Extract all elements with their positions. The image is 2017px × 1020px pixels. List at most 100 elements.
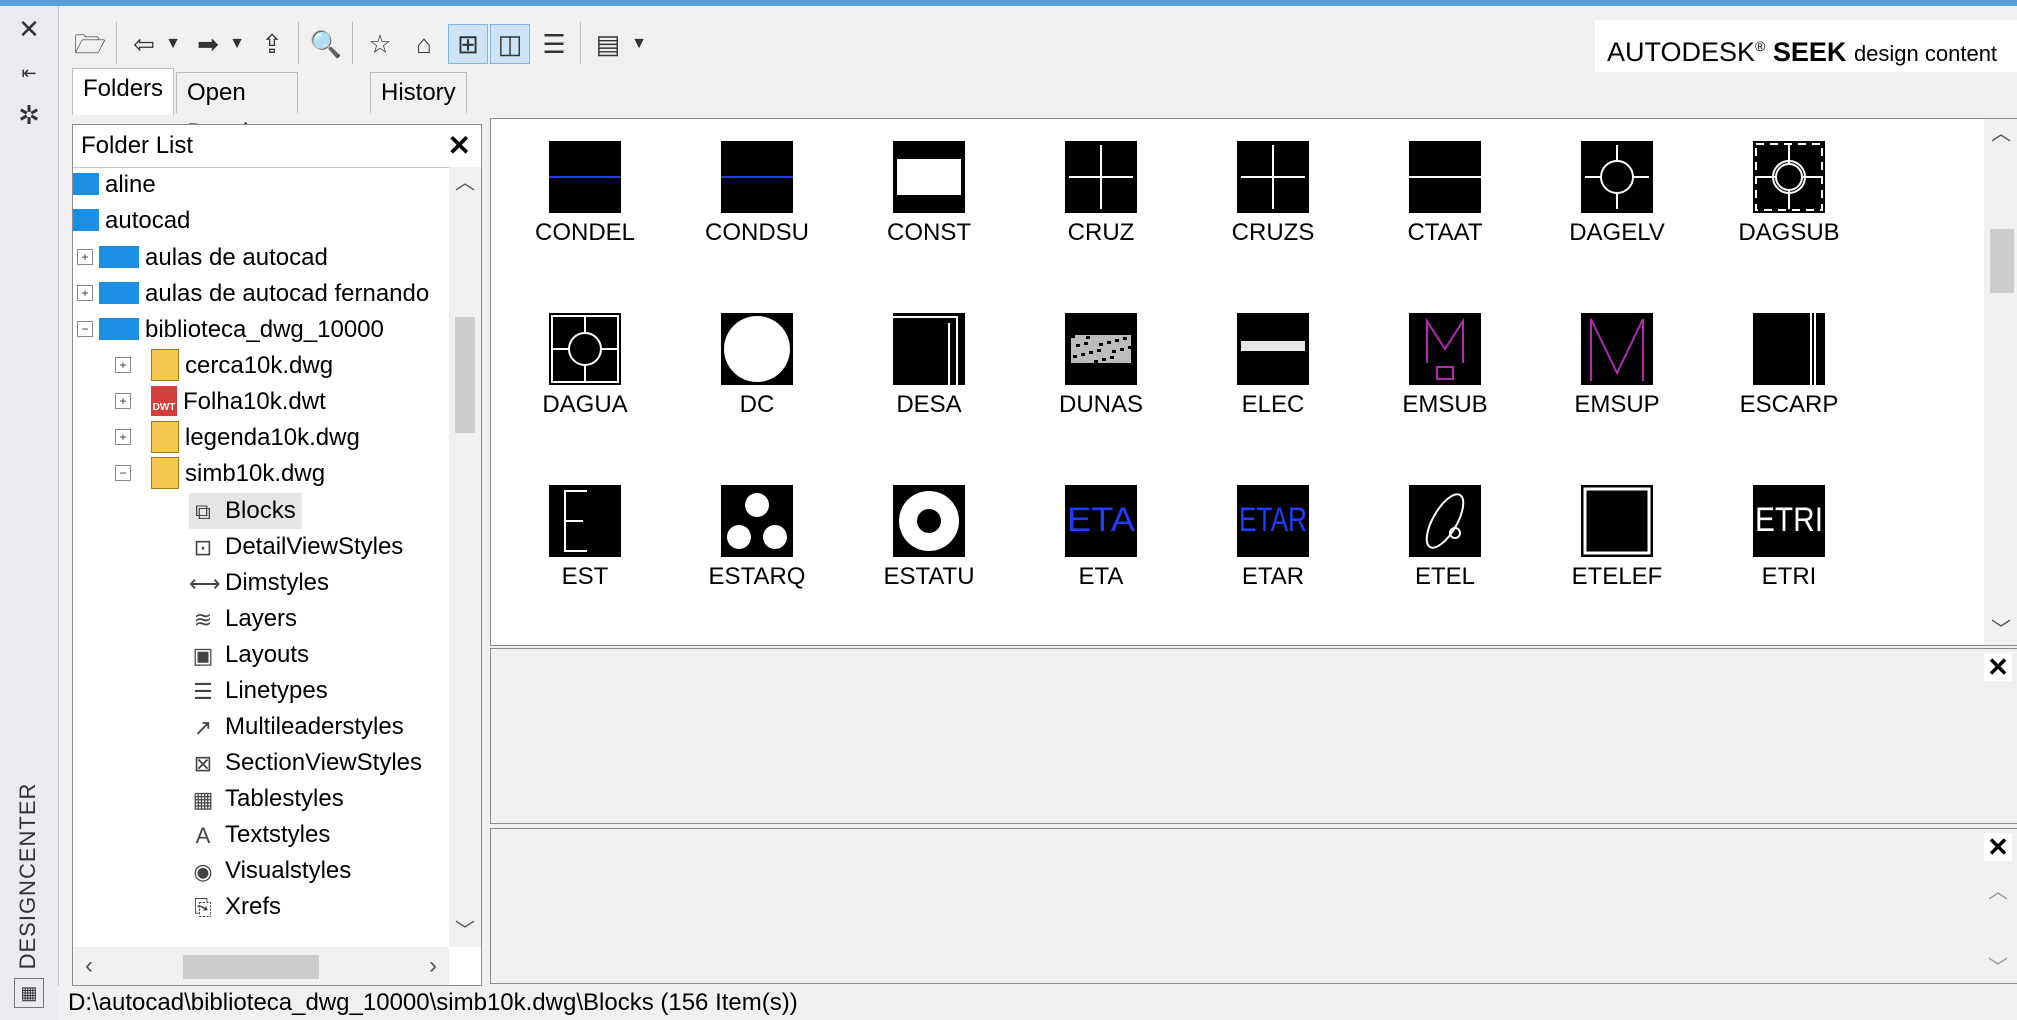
block-item[interactable]: ESTARQ	[671, 473, 843, 593]
folder-tree[interactable]: aline autocad + aulas de autocad + aulas…	[73, 167, 449, 947]
expand-icon[interactable]: +	[115, 393, 131, 409]
text-styles-icon: A	[195, 822, 211, 848]
block-item[interactable]: CONST	[843, 129, 1015, 249]
tree-node-biblioteca[interactable]: biblioteca_dwg_10000	[99, 312, 384, 348]
scroll-thumb[interactable]	[1990, 229, 2014, 293]
close-folder-list-icon[interactable]: ✕	[448, 129, 471, 162]
favorites-icon[interactable]: ☆	[360, 24, 400, 64]
collapse-icon[interactable]: −	[115, 465, 131, 481]
tree-node-autocad[interactable]: autocad	[73, 203, 190, 239]
block-label: CONDSU	[704, 219, 809, 246]
tree-node-legenda10k[interactable]: legenda10k.dwg	[151, 420, 360, 456]
scroll-down-icon[interactable]: ﹀	[1984, 615, 2017, 645]
tab-open-drawings[interactable]: Open Drawings	[176, 72, 299, 146]
tree-node-linetypes[interactable]: ☰ Linetypes	[189, 673, 328, 709]
views-icon[interactable]: ▤	[588, 24, 628, 64]
scroll-down-icon[interactable]: ﹀	[449, 915, 481, 947]
views-dropdown-icon[interactable]: ▼	[626, 24, 652, 64]
block-item[interactable]: ESTATU	[843, 473, 1015, 593]
forward-dropdown-icon[interactable]: ▼	[224, 24, 250, 64]
block-item[interactable]: CRUZ	[1015, 129, 1187, 249]
tab-history[interactable]: History	[370, 72, 467, 113]
collapse-icon[interactable]: −	[77, 321, 93, 337]
tree-node-layouts[interactable]: ▣ Layouts	[189, 637, 309, 673]
block-item[interactable]: DAGELV	[1531, 129, 1703, 249]
back-dropdown-icon[interactable]: ▼	[160, 24, 186, 64]
block-item[interactable]: CONDEL	[499, 129, 671, 249]
properties-icon[interactable]: ✲	[10, 98, 48, 132]
block-item[interactable]: DUNAS	[1015, 301, 1187, 421]
block-item[interactable]: DESA	[843, 301, 1015, 421]
close-preview-icon[interactable]: ✕	[1984, 653, 2012, 681]
block-label: ETRI	[1761, 563, 1817, 590]
block-item[interactable]: ESCARP	[1703, 301, 1875, 421]
description-icon[interactable]: ☰	[534, 24, 574, 64]
tree-node-detailviewstyles[interactable]: ⊡ DetailViewStyles	[189, 529, 404, 565]
scroll-up-icon[interactable]: ︿	[1984, 119, 2017, 149]
block-item[interactable]: DAGSUB	[1703, 129, 1875, 249]
folder-tree-horizontal-scrollbar[interactable]: ‹ ›	[73, 947, 449, 985]
tree-view-toggle-icon[interactable]: ⊞	[448, 24, 488, 64]
tree-node-visualstyles[interactable]: ◉ Visualstyles	[189, 853, 351, 889]
block-label: ETAR	[1241, 563, 1305, 590]
dimstyles-icon: ⟷	[189, 570, 221, 596]
expand-icon[interactable]: +	[115, 357, 131, 373]
home-icon[interactable]: ⌂	[404, 24, 444, 64]
search-icon[interactable]: 🔍	[306, 24, 346, 64]
block-thumbnail-icon	[1581, 141, 1653, 213]
block-item[interactable]: ETRI ETRI	[1703, 473, 1875, 593]
tree-node-cerca10k[interactable]: cerca10k.dwg	[151, 348, 333, 384]
tree-node-aline[interactable]: aline	[73, 167, 156, 203]
close-description-icon[interactable]: ✕	[1984, 833, 2012, 861]
scroll-thumb[interactable]	[183, 955, 319, 979]
expand-icon[interactable]: +	[77, 285, 93, 301]
tree-node-aulas-de-autocad[interactable]: aulas de autocad	[99, 240, 328, 276]
folder-tree-vertical-scrollbar[interactable]: ︿ ﹀	[449, 167, 481, 947]
block-label: EST	[561, 563, 609, 590]
block-item[interactable]: CONDSU	[671, 129, 843, 249]
scroll-right-icon[interactable]: ›	[417, 947, 449, 985]
block-item[interactable]: CTAAT	[1359, 129, 1531, 249]
preview-icon[interactable]: ◫	[490, 24, 530, 64]
block-item[interactable]: ETA ETA	[1015, 473, 1187, 593]
tree-node-textstyles[interactable]: A Textstyles	[189, 817, 331, 853]
tree-node-simb10k[interactable]: simb10k.dwg	[151, 456, 325, 492]
seek-design-content-link[interactable]: AUTODESK® SEEK design content	[1595, 20, 2017, 72]
tree-node-aulas-de-autocad-fernando[interactable]: aulas de autocad fernando	[99, 276, 429, 312]
block-item[interactable]: ETAR ETAR	[1187, 473, 1359, 593]
tree-node-folha10k[interactable]: DWT Folha10k.dwt	[151, 384, 326, 420]
tree-node-dimstyles[interactable]: ⟷ Dimstyles	[189, 565, 329, 601]
scroll-thumb[interactable]	[455, 317, 475, 433]
tree-node-layers[interactable]: ≋ Layers	[189, 601, 297, 637]
expand-icon[interactable]: +	[115, 429, 131, 445]
content-vertical-scrollbar[interactable]: ︿ ﹀	[1984, 119, 2017, 645]
tab-folders[interactable]: Folders	[72, 68, 175, 115]
scroll-up-icon[interactable]: ︿	[449, 167, 481, 199]
tree-node-xrefs[interactable]: ⎘ Xrefs	[189, 889, 281, 925]
tree-node-sectionviewstyles[interactable]: ⊠ SectionViewStyles	[189, 745, 422, 781]
tree-node-tablestyles[interactable]: ▦ Tablestyles	[189, 781, 344, 817]
block-item[interactable]: ETELEF	[1531, 473, 1703, 593]
close-icon[interactable]: ✕	[10, 12, 48, 46]
scroll-up-icon[interactable]: ︿	[1988, 875, 2008, 904]
block-item[interactable]: CRUZS	[1187, 129, 1359, 249]
block-item[interactable]: DAGUA	[499, 301, 671, 421]
scroll-left-icon[interactable]: ‹	[73, 947, 105, 985]
block-thumbnail-icon	[893, 313, 965, 385]
grid-view-icon[interactable]: ▦	[14, 978, 44, 1008]
block-item[interactable]: EMSUP	[1531, 301, 1703, 421]
block-item[interactable]: DC	[671, 301, 843, 421]
block-item[interactable]: ETEL	[1359, 473, 1531, 593]
forward-icon[interactable]: ➡	[188, 24, 228, 64]
auto-hide-icon[interactable]: ⇤	[10, 56, 48, 90]
back-icon[interactable]: ⇦	[124, 24, 164, 64]
load-icon[interactable]: 🗁	[70, 24, 110, 64]
tree-node-blocks[interactable]: ⧉ Blocks	[189, 493, 302, 529]
tree-node-multileaderstyles[interactable]: ↗ Multileaderstyles	[189, 709, 404, 745]
up-icon[interactable]: ⇪	[252, 24, 292, 64]
block-item[interactable]: ELEC	[1187, 301, 1359, 421]
block-item[interactable]: EST	[499, 473, 671, 593]
scroll-down-icon[interactable]: ﹀	[1988, 951, 2008, 980]
expand-icon[interactable]: +	[77, 249, 93, 265]
block-item[interactable]: EMSUB	[1359, 301, 1531, 421]
